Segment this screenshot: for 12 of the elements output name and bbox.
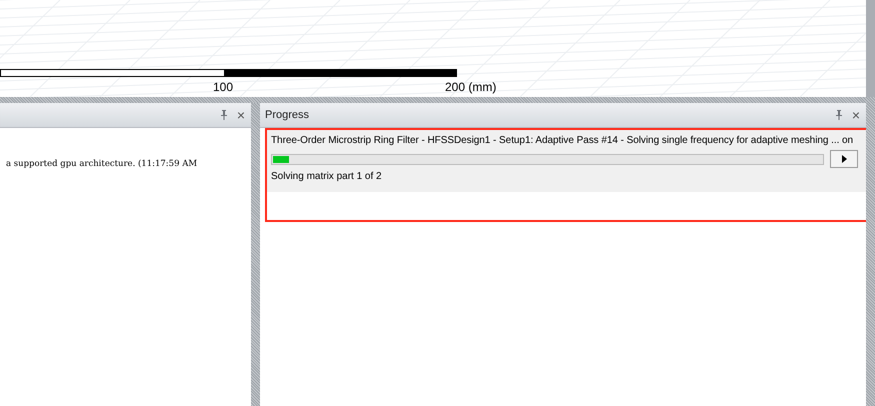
scale-label: 100 [213,80,234,94]
pin-icon[interactable] [834,110,843,120]
status-text: Solving matrix part 1 of 2 [271,171,383,182]
close-button[interactable]: × [852,108,860,122]
play-icon [842,155,846,163]
message-text: a supported gpu architecture. (11:17:59 AM [5,159,198,169]
scale-label: 200 (mm) [445,80,496,94]
panel-title: Progress [265,109,310,121]
play-button[interactable] [830,150,858,168]
task-text: Three-Order Microstrip Ring Filter - HFSSDesign1 - Setup1: Adaptive Pass #14 - Solving single frequency for adaptive meshing ... on [271,134,854,147]
pin-icon[interactable] [220,110,228,120]
close-button[interactable]: × [236,108,245,122]
